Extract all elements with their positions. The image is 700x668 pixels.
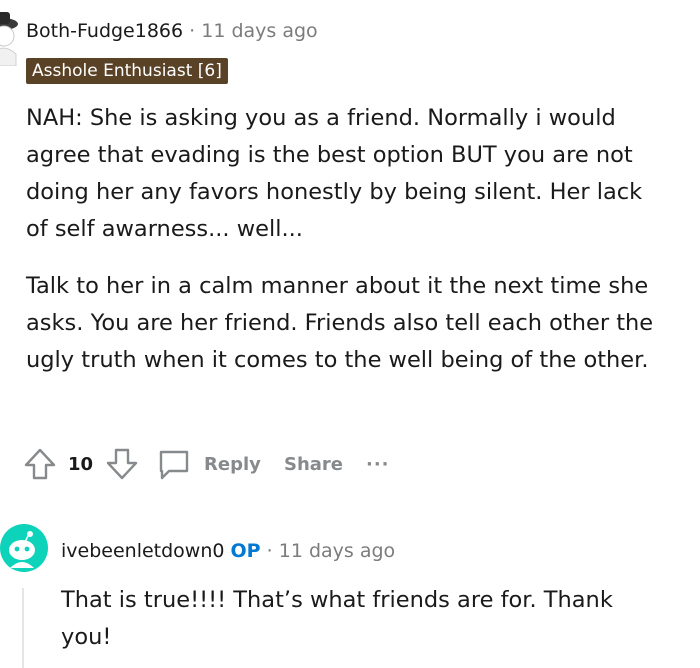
username-link[interactable]: ivebeenletdown0 [61,540,224,562]
comment-paragraph: NAH: She is asking you as a friend. Norm… [26,105,643,242]
downvote-icon [106,448,138,480]
reply-body: That is true!!!! That’s what friends are… [61,587,613,650]
op-badge: OP [230,540,261,562]
meta-separator: · [266,540,273,562]
comment-paragraph: Talk to her in a calm manner about it th… [26,273,654,373]
reddit-snoo-icon [9,531,35,568]
timestamp[interactable]: 11 days ago [279,540,395,562]
user-avatar-icon [0,12,18,66]
more-options-button[interactable]: ··· [366,444,390,484]
avatar[interactable] [0,6,26,66]
upvote-icon [24,448,56,480]
timestamp[interactable]: 11 days ago [201,20,317,42]
username-link[interactable]: Both-Fudge1866 [26,20,183,42]
vote-count: 10 [68,453,94,475]
upvote-button[interactable] [22,444,58,484]
meta-separator: · [189,20,196,42]
comment-header: Both-Fudge1866 · 11 days ago [26,20,318,42]
share-button[interactable]: Share [284,444,343,484]
reply-bubble-icon [159,450,189,480]
reply-label: Reply [204,453,261,475]
reply-header: ivebeenletdown0 OP · 11 days ago [61,540,395,562]
comment-body: NAH: She is asking you as a friend. Norm… [26,100,666,379]
reply-button[interactable]: Reply [156,444,261,484]
avatar[interactable] [0,524,48,572]
thread-line[interactable] [22,588,24,668]
user-flair: Asshole Enthusiast [6] [26,58,228,84]
downvote-button[interactable] [104,444,140,484]
